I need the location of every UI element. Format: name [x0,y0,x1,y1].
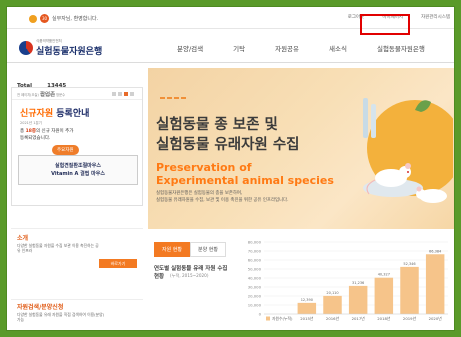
chart-bar [323,295,342,314]
pager-dot[interactable] [130,92,134,96]
tab-resource-status[interactable]: 자원 현황 [154,242,190,257]
bar-value-label: 40,327 [378,273,390,277]
notice-title-navy: 등록안내 [53,109,90,119]
chart-subtitle: (누적, 2015~2020) [170,273,209,278]
y-tick-label: 0 [259,312,262,317]
tab-distribution-status[interactable]: 분양 현황 [190,242,226,257]
page-frame: 30 실무자님, 환영합니다. 로그아웃 마이페이지 자원관리시스템 식품의약품… [6,6,455,331]
popup-zone: 팝업존 신규자원 등록안내 2021년 1분기 총 18종의 신규 자원이 추가… [11,88,143,206]
user-avatar-icon [29,14,37,23]
chart-bar [400,266,419,314]
bar-value-label: 20,110 [326,291,338,295]
pager-dot[interactable] [112,92,116,96]
hero-decoration [160,97,186,99]
bar-value-label: 52,346 [403,262,415,266]
search-section: 자원검색/분양신청 다양한 실험동물 유래 자원을 직접 검색하여 이용(분양)… [11,299,143,329]
notice-year: 2021년 1분기 [20,121,42,125]
visitor-counter: Total 13445 전 페이지(오늘) 이전까지의 방문수 [11,68,143,97]
hero-banner: 실험동물 종 보존 및 실험동물 유래자원 수집 Preservation of… [148,68,454,229]
mouse-line-1: 실험견질환조절마우스 [54,163,101,169]
stats-tabs: 자원 현황 분양 현황 [154,242,226,257]
x-tick-label: 2019년 [403,316,417,321]
legend-label: 자원수(누적) [272,316,293,321]
hero-desc-line-1: 실험동물자원은행은 실험동물의 종을 보존하며, [156,191,243,196]
nav-item-news[interactable]: 새소식 [329,43,347,53]
x-tick-label: 2020년 [429,316,443,321]
popup-header: 팝업존 [12,88,142,100]
pager-dot[interactable] [118,92,122,96]
y-tick-label: 70,000 [248,249,262,254]
hero-title-line-1: 실험동물 종 보존 및 [156,117,278,133]
notice-title[interactable]: 신규자원 등록안내 [20,106,89,119]
y-tick-label: 20,000 [248,294,262,299]
highlight-box [360,14,410,35]
y-tick-label: 40,000 [248,276,262,281]
chart-bar [425,254,445,314]
greeting-text: 실무자님, 환영합니다. [52,16,99,22]
bar-chart: 80,000 70,000 60,000 50,000 40,000 30,000 20,0… [248,240,448,321]
y-tick-label: 10,000 [248,303,262,308]
x-tick-label: 2018년 [377,316,391,321]
notice-line-1: 총 18종의 신규 자원이 추가 [20,128,73,134]
x-tick-label: 2017년 [352,316,366,321]
mouse-ear [405,163,411,169]
y-tick-label: 80,000 [248,240,262,245]
pager-dot-active[interactable] [124,92,128,96]
nav-item-distribution[interactable]: 분양/검색 [177,43,203,53]
x-tick-label: 2016년 [326,316,340,321]
chart-bar [348,285,368,314]
left-column: Total 13445 전 페이지(오늘) 이전까지의 방문수 팝업존 신규자원… [11,68,143,330]
key-resource-badge: 주요자원 [52,145,79,155]
stats-section: 자원 현황 분양 현황 연도별 실험동물 유래 자원 수집 현황 (누적, 20… [148,234,454,330]
user-info: 30 실무자님, 환영합니다. [29,14,98,23]
main-nav: 분양/검색 기탁 자원공유 새소식 실험동물자원은행 [177,43,454,53]
nav-item-deposit[interactable]: 기탁 [233,43,245,53]
mouse-line-2: Vitamin A 결핍 마우스 [51,171,105,177]
y-tick-label: 30,000 [248,285,262,290]
rat-ear [416,186,422,192]
nav-item-about[interactable]: 실험동물자원은행 [377,43,425,53]
chart-bar [374,277,394,314]
popup-title: 팝업존 [40,92,56,98]
notice-line-1-post: 의 신규 자원이 추가 [35,129,74,134]
search-title[interactable]: 자원검색/분양신청 [17,302,63,311]
hero-desc-line-2: 실험동물 유래자원을 수집, 보관 및 이용 촉진을 위한 공유 인프라입니다. [156,198,289,203]
hero-english-line-1: Preservation of [156,161,252,174]
x-tick-label: 2015년 [300,316,314,321]
y-tick-label: 50,000 [248,267,262,272]
legend-swatch [266,316,270,321]
bar-value-label: 31,236 [352,281,364,285]
test-tube-icon [363,98,368,138]
popup-pager [112,92,134,96]
test-tube-icon [371,104,376,138]
hero-illustration [363,98,453,203]
mouse-eye [407,171,409,173]
nav-item-sharing[interactable]: 자원공유 [275,43,299,53]
user-level-badge: 30 [40,14,49,23]
bar-value-label: 12,390 [301,298,313,302]
y-tick-label: 60,000 [248,258,262,263]
about-section: 소개 다양한 실험동물 자원을 수집 보관 이용 촉진하는 공유 인프라 바로가… [11,228,143,270]
notice-count: 18종 [25,129,36,134]
about-description: 다양한 실험동물 자원을 수집 보관 이용 촉진하는 공유 인프라 [17,243,99,253]
hero-title-line-2: 실험동물 유래자원 수집 [156,137,300,153]
resource-system-link[interactable]: 자원관리시스템 [421,14,450,20]
search-description: 다양한 실험동물 유래 자원을 직접 검색하여 이용(분양) 가능 [17,312,105,322]
about-shortcut-button[interactable]: 바로가기 [99,259,137,268]
about-title: 소개 [17,235,29,242]
site-logo[interactable]: 식품의약품안전처 실험동물자원은행 [19,39,102,57]
notice-title-orange: 신규자원 [20,109,54,119]
logo-name: 실험동물자원은행 [36,47,103,57]
notice-line-2: 등록되었습니다. [20,136,51,141]
hero-english-line-2: Experimental animal species [156,174,334,187]
mouse-info-box[interactable]: 실험견질환조절마우스 Vitamin A 결핍 마우스 [18,155,138,185]
logo-emblem-icon [19,41,33,55]
bar-value-label: 66,384 [429,249,442,253]
chart-bar [297,302,317,314]
